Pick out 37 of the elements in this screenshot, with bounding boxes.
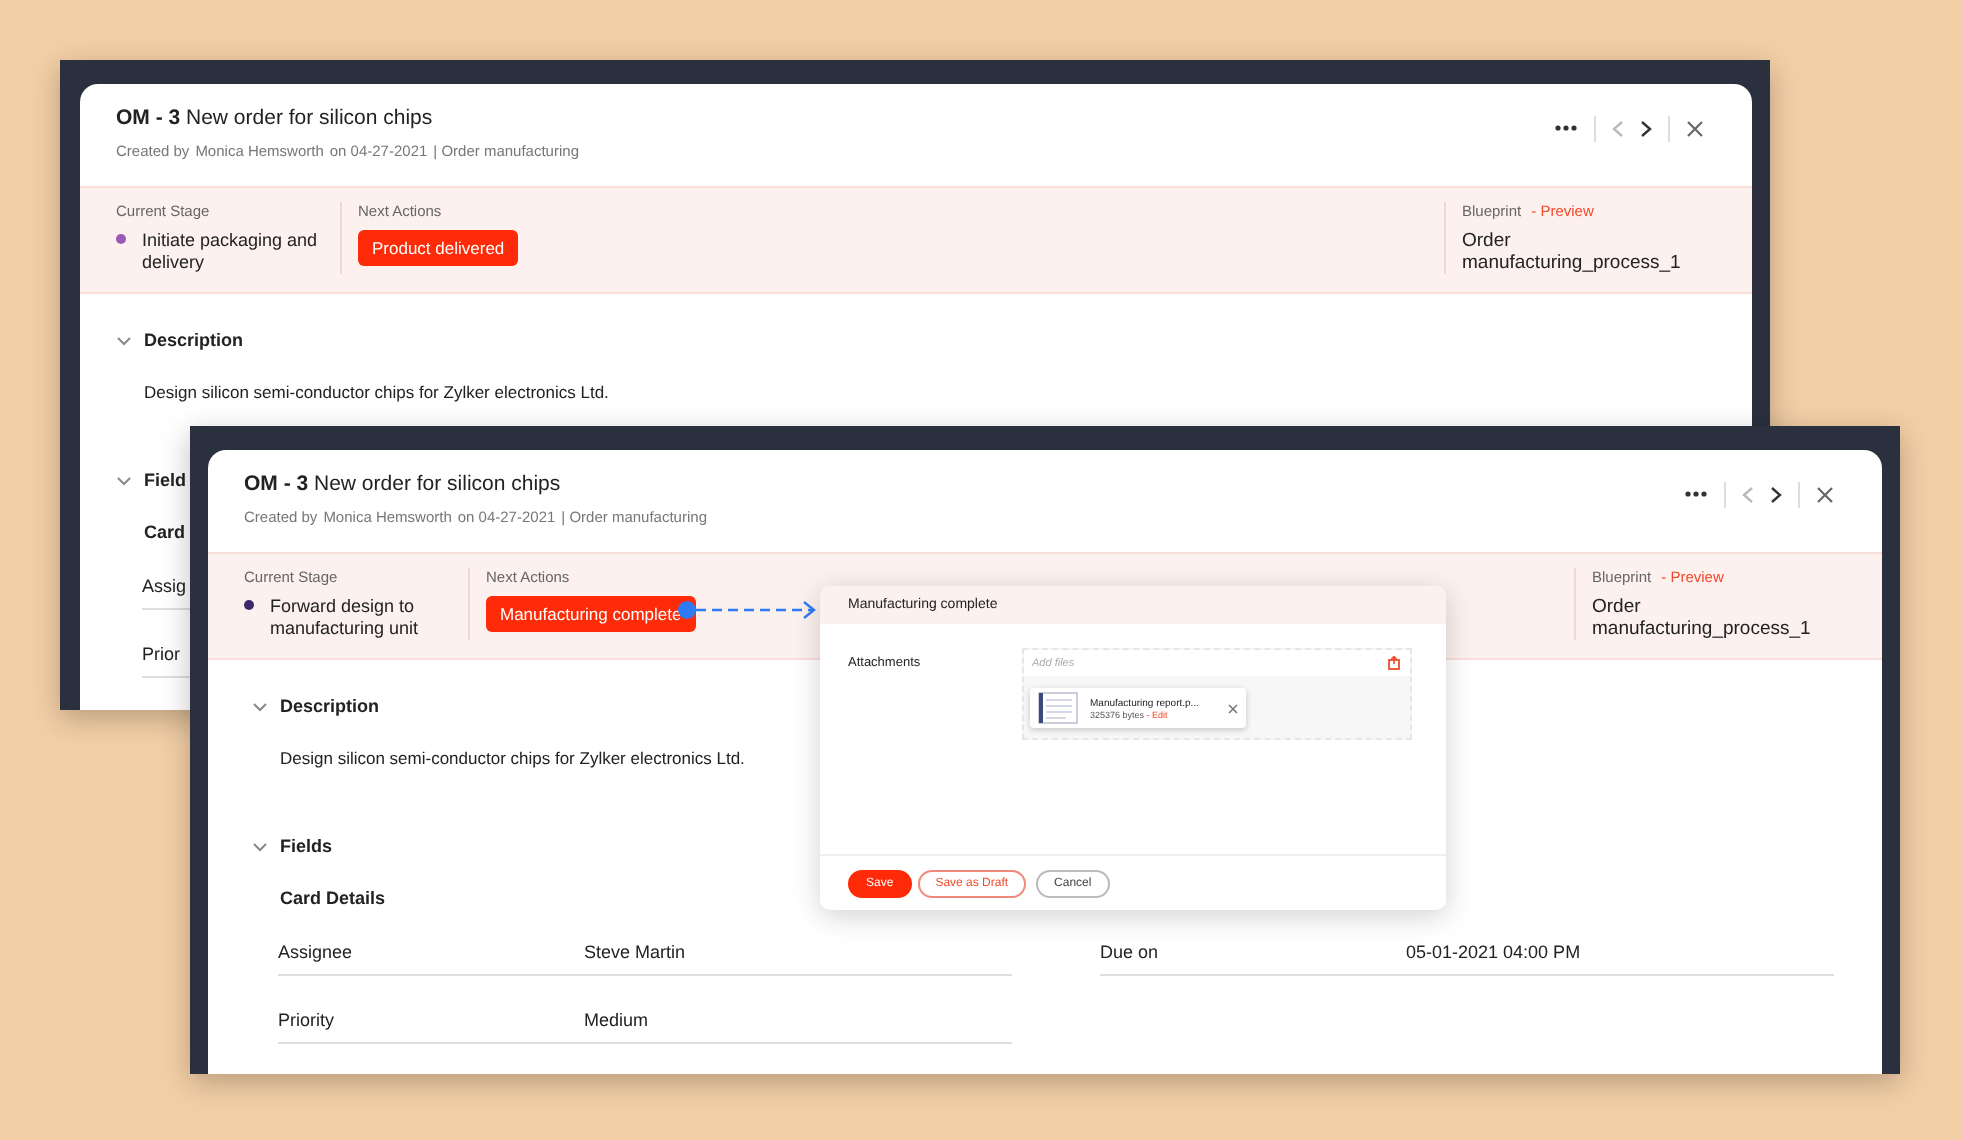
remove-icon[interactable]	[1228, 703, 1238, 713]
blueprint-name: Order manufacturing_process_1	[1462, 230, 1683, 274]
connector-arrow	[678, 601, 816, 619]
chevron-icon[interactable]	[252, 701, 268, 711]
action-button[interactable]: Manufacturing complete	[486, 596, 696, 632]
stage-name: Initiate packaging and delivery	[142, 230, 320, 274]
field-label: Prior	[142, 644, 181, 664]
next-icon[interactable]	[1640, 119, 1652, 137]
chevron-icon[interactable]	[116, 335, 132, 345]
close-icon[interactable]	[1816, 485, 1834, 503]
blueprint-name: Order manufacturing_process_1	[1592, 596, 1813, 640]
more-icon[interactable]	[1684, 490, 1708, 498]
field-value: Medium	[584, 1010, 651, 1030]
section-title: Description	[280, 696, 380, 716]
close-icon[interactable]	[1686, 119, 1704, 137]
subsection-title: Card Details	[280, 888, 388, 908]
description-text: Design silicon semi-conductor chips for Zylker electronics Ltd.	[280, 748, 747, 768]
subsection-title: Card	[144, 522, 188, 542]
section-title: Description	[144, 330, 244, 350]
field-label: Assignee	[278, 942, 353, 962]
field-value: Steve Martin	[584, 942, 688, 962]
chevron-icon[interactable]	[116, 475, 132, 485]
section-title: Fields	[280, 836, 333, 856]
more-icon[interactable]	[1554, 124, 1578, 132]
record-title: OM - 3 New order for silicon chips	[116, 106, 435, 130]
chevron-icon[interactable]	[252, 841, 268, 851]
record-title: OM - 3 New order for silicon chips	[244, 472, 563, 496]
field-label: Assig	[142, 576, 187, 596]
action-button[interactable]: Product delivered	[358, 230, 519, 266]
field-value: 05-01-2021 04:00 PM	[1406, 942, 1583, 962]
field-label: Priority	[278, 1010, 335, 1030]
stage-name: Forward design to manufacturing unit	[270, 596, 421, 640]
section-title: Field	[144, 470, 187, 490]
field-label: Due on	[1100, 942, 1159, 962]
description-text: Design silicon semi-conductor chips for Zylker electronics Ltd.	[144, 382, 611, 402]
upload-icon[interactable]	[1388, 656, 1400, 670]
next-icon[interactable]	[1770, 485, 1782, 503]
